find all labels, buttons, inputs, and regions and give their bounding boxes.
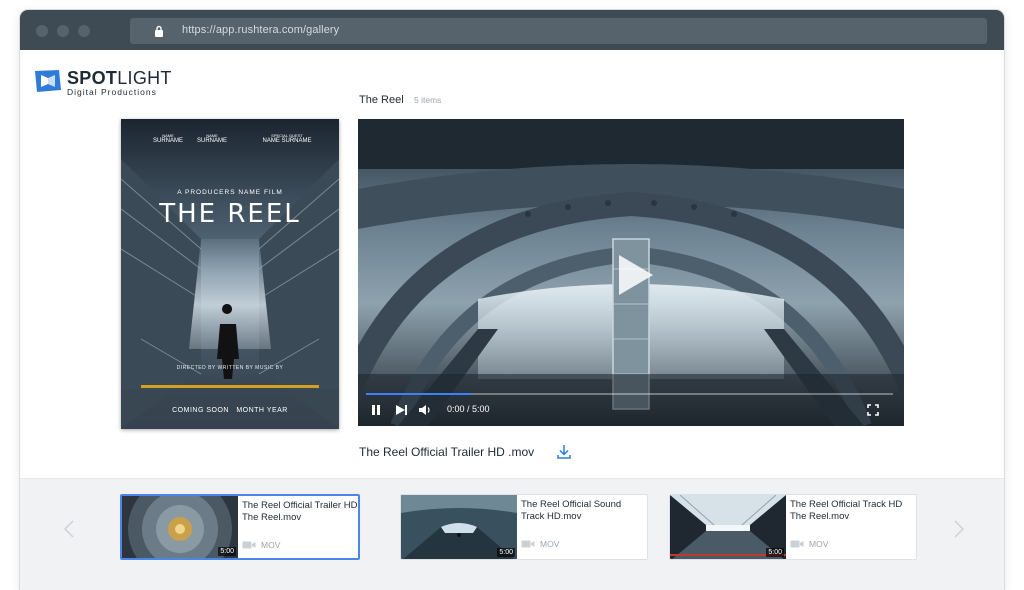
progress-buffered [366,393,472,395]
duration-badge: 5:00 [766,548,784,557]
poster-credit-1: NAME SURNAME [151,133,185,144]
volume-icon[interactable] [418,403,432,417]
playlist-thumbnail: 5:00 [122,496,238,558]
spotlight-logo[interactable]: SPOTLIGHT Digital Productions [33,68,183,98]
window-maximize-dot[interactable] [78,25,90,37]
poster-credit-1-name: SURNAME [152,138,183,144]
playlist-thumbnail: 5:00 [401,495,517,559]
gallery-title: The Reel [359,94,404,106]
playlist-item[interactable]: 5:00 The Reel Official Track HD The Reel… [669,494,917,560]
playlist-item-name: The Reel Official Sound Track HD.mov [521,499,622,522]
poster-artwork [121,119,339,429]
poster-month-year: MONTH YEAR [236,407,288,414]
poster-tagline: A PRODUCERS NAME FILM [177,189,283,196]
poster-credit-2-name: SURNAME [196,138,227,144]
playlist-item-name: The Reel Official Trailer HD The Reel.mo… [242,500,358,523]
chevron-right-icon[interactable] [953,519,965,539]
next-icon[interactable] [394,403,408,417]
play-icon[interactable] [613,252,657,298]
playback-time: 0:00 / 5:00 [447,404,490,414]
brand-tagline: Digital Productions [67,87,157,97]
window-minimize-dot[interactable] [57,25,69,37]
file-type-label: MOV [809,539,829,549]
download-icon[interactable] [557,444,571,459]
video-camera-icon [790,540,804,548]
address-bar[interactable]: https://app.rushtera.com/gallery [130,18,987,44]
file-type-label: MOV [540,539,560,549]
poster-credit-2: NAME SURNAME [195,133,229,144]
playlist-thumbnail: 5:00 [670,495,786,559]
playlist-item[interactable]: 5:00 The Reel Official Trailer HD The Re… [120,494,360,560]
logo-mark-icon [35,70,61,92]
video-camera-icon [242,541,256,549]
pause-icon[interactable] [369,403,383,417]
poster-coming-soon: COMING SOON [172,407,229,414]
poster-footer-credits: DIRECTED BY WRITTEN BY MUSIC BY [176,365,284,371]
playlist-item-name: The Reel Official Track HD The Reel.mov [790,499,903,522]
browser-titlebar: https://app.rushtera.com/gallery [20,10,1004,50]
poster-credit-3-name: NAME SURNAME [262,138,312,144]
duration-badge: 5:00 [497,548,515,557]
brand-name-light: LIGHT [117,68,172,88]
progress-bar[interactable] [366,393,893,395]
video-player[interactable]: 0:00 / 5:00 [358,119,904,426]
current-file-title: The Reel Official Trailer HD .mov [359,445,535,459]
window-close-dot[interactable] [36,25,48,37]
gallery-item-count: 5 items [414,95,442,105]
poster-release: COMING SOON MONTH YEAR [121,407,339,414]
lock-icon [155,25,163,37]
chevron-left-icon[interactable] [63,519,75,539]
movie-poster[interactable]: NAME SURNAME NAME SURNAME SPECIAL GUEST NAM… [121,119,339,429]
duration-badge: 5:00 [218,547,236,556]
brand-name: SPOTLIGHT [67,68,172,89]
poster-title: THE REEL [159,199,301,229]
address-url[interactable]: https://app.rushtera.com/gallery [182,24,339,36]
file-type-label: MOV [261,540,281,550]
brand-name-bold: SPOT [67,68,118,88]
playlist-item[interactable]: 5:00 The Reel Official Sound Track HD.mo… [400,494,648,560]
fullscreen-icon[interactable] [866,403,880,417]
browser-window: https://app.rushtera.com/gallery SPOTLIG… [20,10,1004,590]
video-camera-icon [521,540,535,548]
poster-credit-3: SPECIAL GUEST NAME SURNAME [261,133,313,144]
playlist-strip: 5:00 The Reel Official Trailer HD The Re… [20,478,1004,590]
